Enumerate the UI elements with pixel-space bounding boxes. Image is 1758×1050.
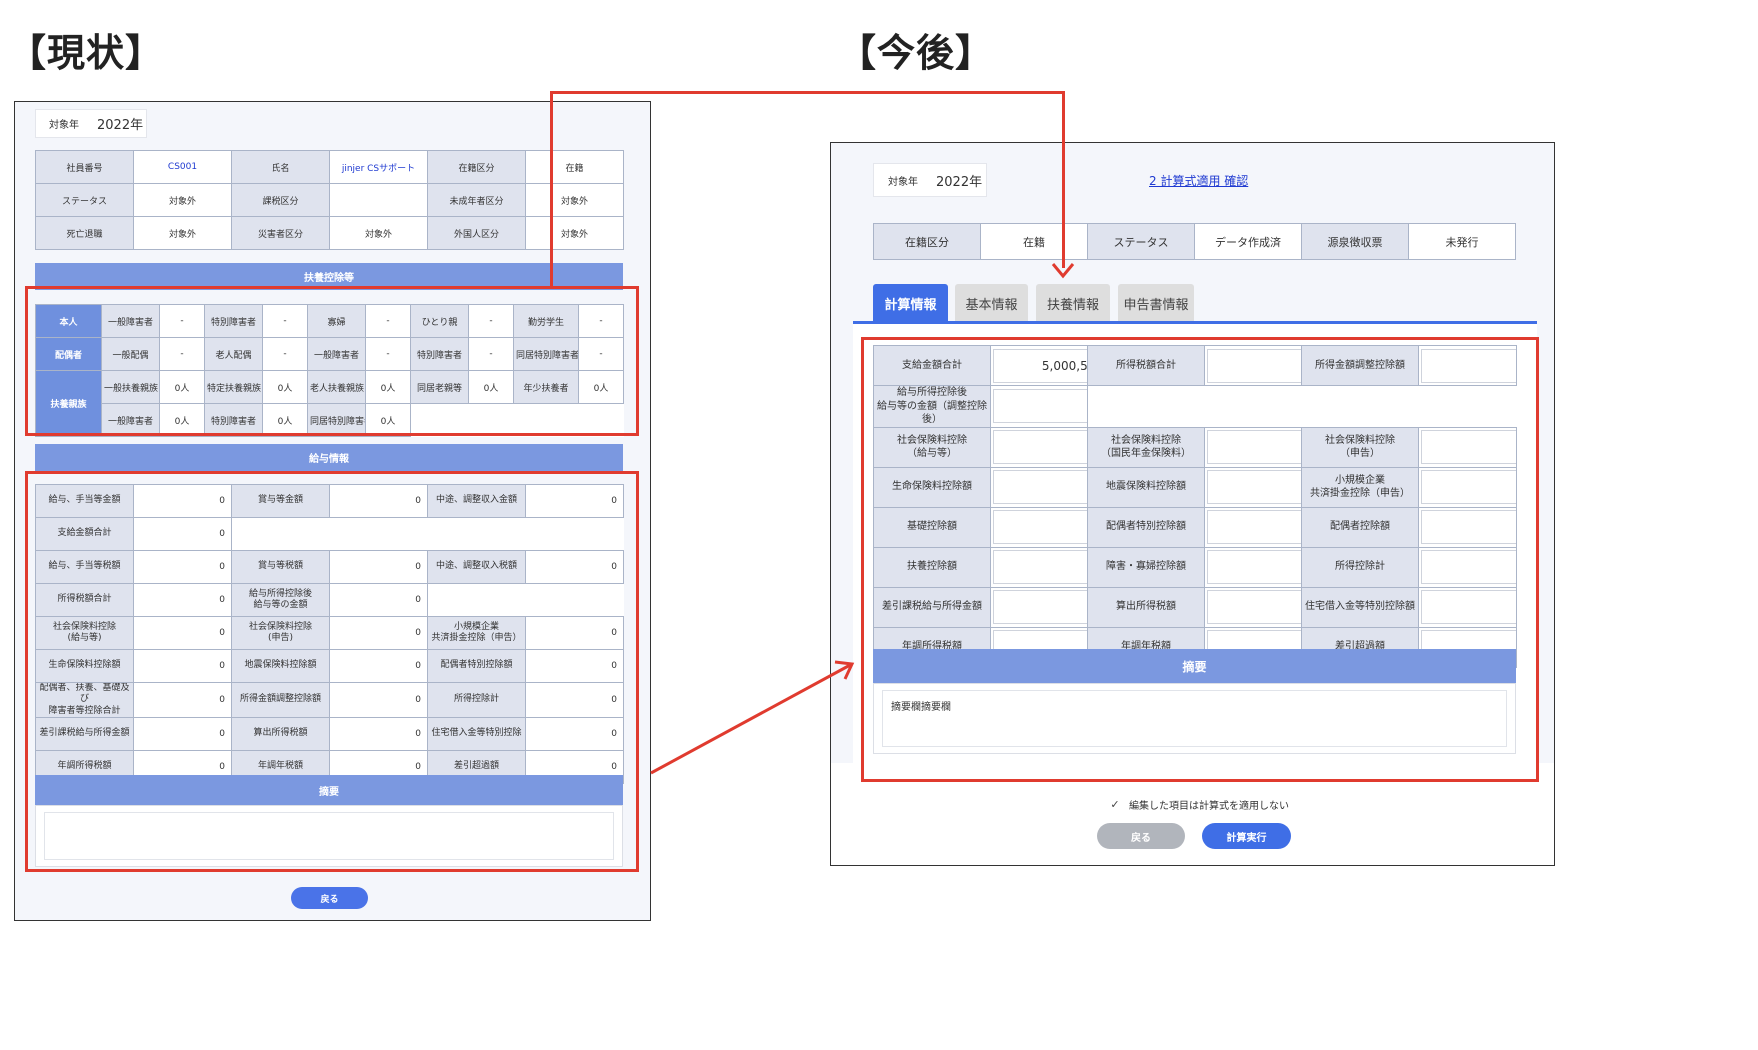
arrow-down-icon — [1051, 263, 1075, 279]
arrow-overlay — [650, 263, 1075, 775]
connector-line — [650, 662, 853, 775]
